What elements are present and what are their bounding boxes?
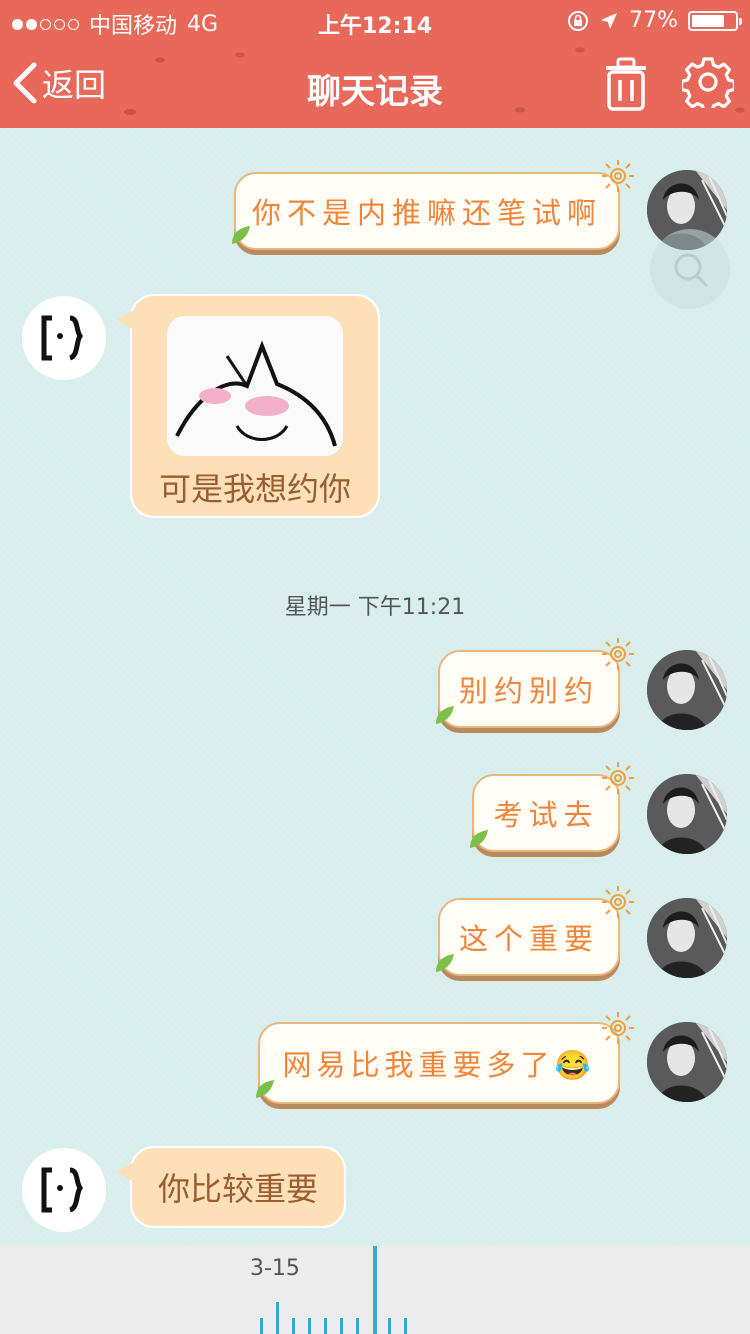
- rotation-lock-icon: [568, 10, 589, 31]
- timeline-tick: [276, 1302, 279, 1334]
- timeline-tick: [356, 1318, 359, 1334]
- search-button[interactable]: [650, 229, 730, 309]
- avatar-self[interactable]: [647, 774, 727, 854]
- avatar-other[interactable]: [22, 296, 106, 380]
- timeline-tick: [292, 1318, 295, 1334]
- message-text: 你不是内推嘛还笔试啊: [251, 196, 602, 230]
- timeline-tick: [308, 1318, 311, 1334]
- message-text: 考试去: [493, 798, 599, 832]
- message-bubble-received[interactable]: 你比较重要: [116, 1146, 346, 1228]
- message-bubble-sent[interactable]: 这个重要: [438, 898, 620, 976]
- message-bubble-sent[interactable]: 你不是内推嘛还笔试啊: [234, 172, 620, 250]
- status-bar: 中国移动 4G 上午12:14 77%: [0, 6, 750, 39]
- avatar-self[interactable]: [647, 650, 727, 730]
- battery-percent: 77%: [629, 8, 678, 33]
- navigation-bar: 返回 聊天记录: [0, 50, 750, 120]
- avatar-other[interactable]: [22, 1148, 106, 1232]
- message-text: 网易比我重要多了😂: [282, 1048, 596, 1082]
- top-bar: 中国移动 4G 上午12:14 77% 返回 聊天记录: [0, 0, 750, 128]
- gear-icon[interactable]: [682, 56, 734, 108]
- bracket-logo-icon: [41, 315, 84, 361]
- leaf-icon: [436, 706, 454, 724]
- sun-icon: [602, 638, 634, 670]
- message-bubble-received[interactable]: 可是我想约你: [116, 294, 380, 518]
- timeline-tick: [388, 1318, 391, 1334]
- sun-icon: [602, 1012, 634, 1044]
- battery-icon: [688, 10, 742, 31]
- portrait-photo: [647, 1022, 727, 1102]
- timeline-tick: [260, 1318, 263, 1334]
- message-bubble-sent[interactable]: 网易比我重要多了😂: [258, 1022, 620, 1104]
- chat-history[interactable]: 你不是内推嘛还笔试啊 可是我想约你 星期一 下午11:21 别约别约 考试去 这…: [0, 128, 750, 1246]
- timeline-date-label: 3-15: [250, 1256, 300, 1281]
- leaf-icon: [232, 226, 250, 244]
- message-bubble-sent[interactable]: 别约别约: [438, 650, 620, 728]
- bracket-logo-icon: [41, 1167, 84, 1213]
- sun-icon: [602, 160, 634, 192]
- avatar-self[interactable]: [647, 898, 727, 978]
- sun-icon: [602, 886, 634, 918]
- date-timeline-scrubber[interactable]: 3-15: [0, 1246, 750, 1334]
- message-text: 你比较重要: [157, 1170, 318, 1208]
- avatar-self[interactable]: [647, 1022, 727, 1102]
- location-arrow-icon: [601, 12, 618, 29]
- search-icon: [674, 253, 708, 287]
- cat-sticker-image[interactable]: [167, 316, 343, 456]
- sun-icon: [602, 762, 634, 794]
- leaf-icon: [256, 1080, 274, 1098]
- timeline-tick: [340, 1318, 343, 1334]
- leaf-icon: [436, 954, 454, 972]
- timeline-tick: [324, 1318, 327, 1334]
- timeline-tick: [404, 1318, 407, 1334]
- portrait-photo: [647, 898, 727, 978]
- portrait-photo: [647, 774, 727, 854]
- message-text: 可是我想约你: [158, 470, 351, 508]
- portrait-photo: [647, 650, 727, 730]
- timeline-position-indicator[interactable]: [373, 1246, 377, 1334]
- message-text: 别约别约: [458, 674, 599, 708]
- timestamp-divider: 星期一 下午11:21: [284, 595, 466, 620]
- message-text: 这个重要: [458, 922, 599, 956]
- leaf-icon: [470, 830, 488, 848]
- trash-icon[interactable]: [600, 56, 652, 112]
